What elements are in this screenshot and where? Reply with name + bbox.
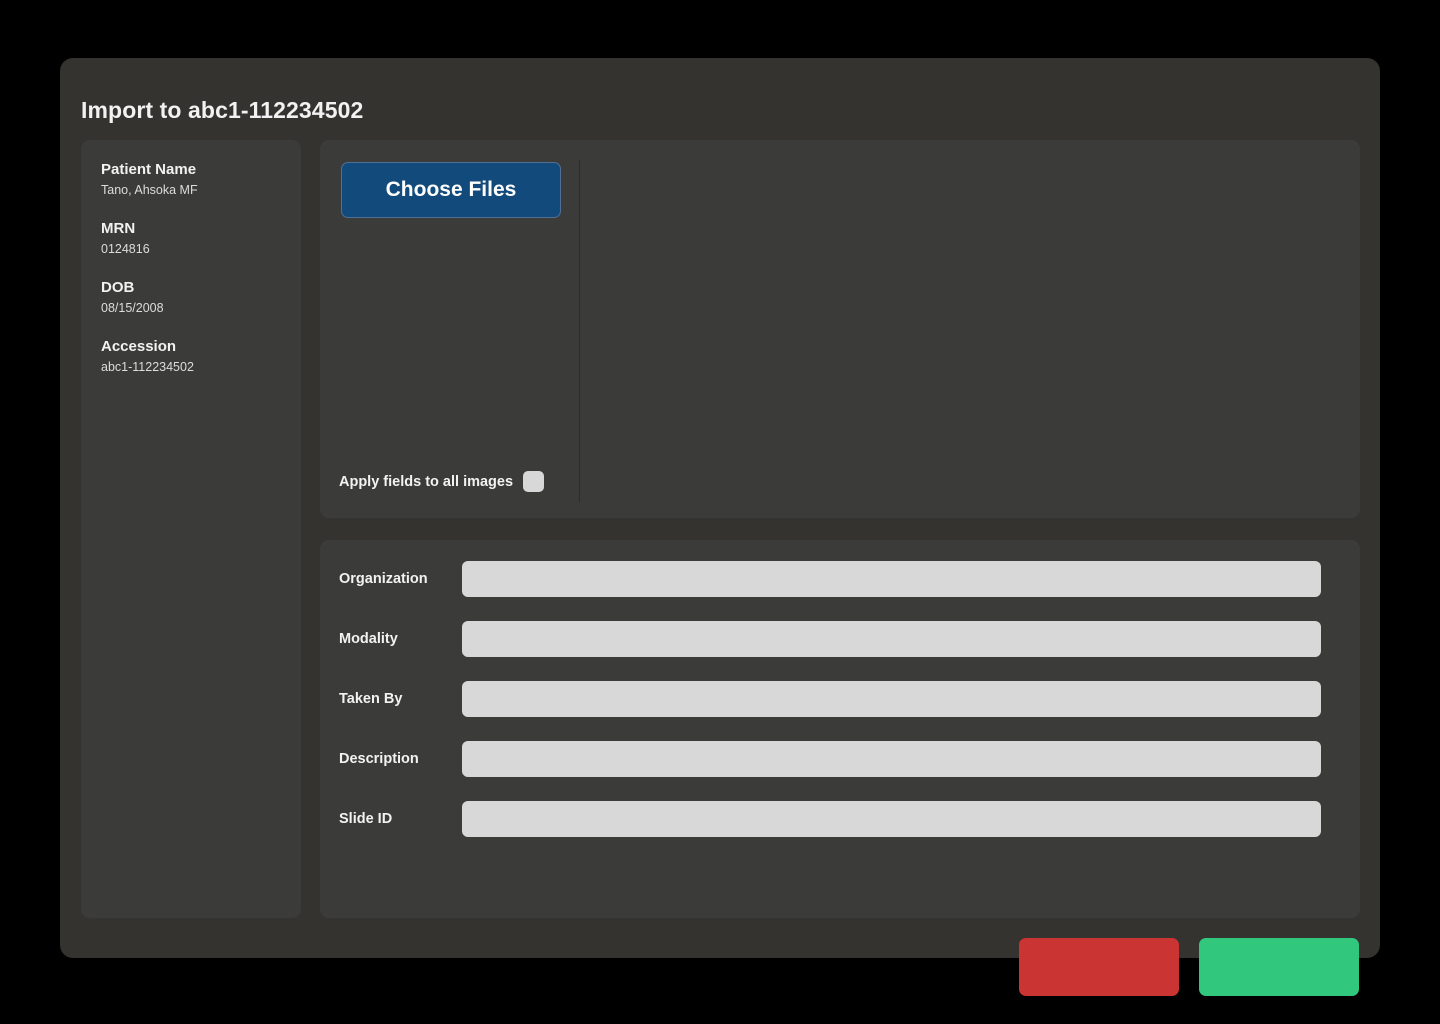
organization-row: Organization (320, 559, 1360, 599)
taken-by-input[interactable] (462, 681, 1321, 717)
dob-label: DOB (101, 279, 135, 296)
patient-info-sidebar: Patient Name Tano, Ahsoka MF MRN 0124816… (81, 140, 301, 918)
mrn-label: MRN (101, 220, 136, 237)
description-label: Description (339, 751, 419, 767)
patient-name-value: Tano, Ahsoka MF (101, 183, 198, 197)
slide-id-label: Slide ID (339, 811, 393, 827)
slide-id-input[interactable] (462, 801, 1321, 837)
apply-fields-label: Apply fields to all images (339, 473, 514, 490)
page-title: Import to abc1-112234502 (81, 97, 364, 123)
cancel-button[interactable] (1019, 938, 1179, 996)
organization-input[interactable] (462, 561, 1321, 597)
patient-name-block: Patient Name Tano, Ahsoka MF (101, 160, 301, 199)
apply-fields-row: Apply fields to all images (339, 471, 545, 492)
organization-label: Organization (339, 571, 428, 587)
slide-id-row: Slide ID (320, 799, 1360, 839)
image-preview-area[interactable] (580, 140, 1360, 518)
modality-row: Modality (320, 619, 1360, 659)
mrn-value: 0124816 (101, 242, 150, 256)
modality-input[interactable] (462, 621, 1321, 657)
taken-by-row: Taken By (320, 679, 1360, 719)
upload-card: Choose Files Apply fields to all images (320, 140, 1360, 518)
accession-label: Accession (101, 338, 177, 355)
choose-files-button[interactable]: Choose Files (341, 162, 561, 218)
taken-by-label: Taken By (339, 691, 403, 707)
patient-name-label: Patient Name (101, 161, 197, 178)
description-input[interactable] (462, 741, 1321, 777)
dob-block: DOB 08/15/2008 (101, 278, 301, 317)
mrn-block: MRN 0124816 (101, 219, 301, 258)
apply-fields-checkbox[interactable] (523, 471, 545, 492)
description-row: Description (320, 739, 1360, 779)
metadata-form-card: Organization Modality Taken By Descripti… (320, 540, 1360, 918)
dob-value: 08/15/2008 (101, 301, 164, 315)
import-dialog: Import to abc1-112234502 Patient Name Ta… (60, 58, 1380, 996)
modality-label: Modality (339, 631, 398, 647)
accession-value: abc1-112234502 (101, 360, 194, 374)
accession-block: Accession abc1-112234502 (101, 337, 301, 376)
dialog-footer (60, 938, 1380, 1010)
confirm-button[interactable] (1199, 938, 1359, 996)
